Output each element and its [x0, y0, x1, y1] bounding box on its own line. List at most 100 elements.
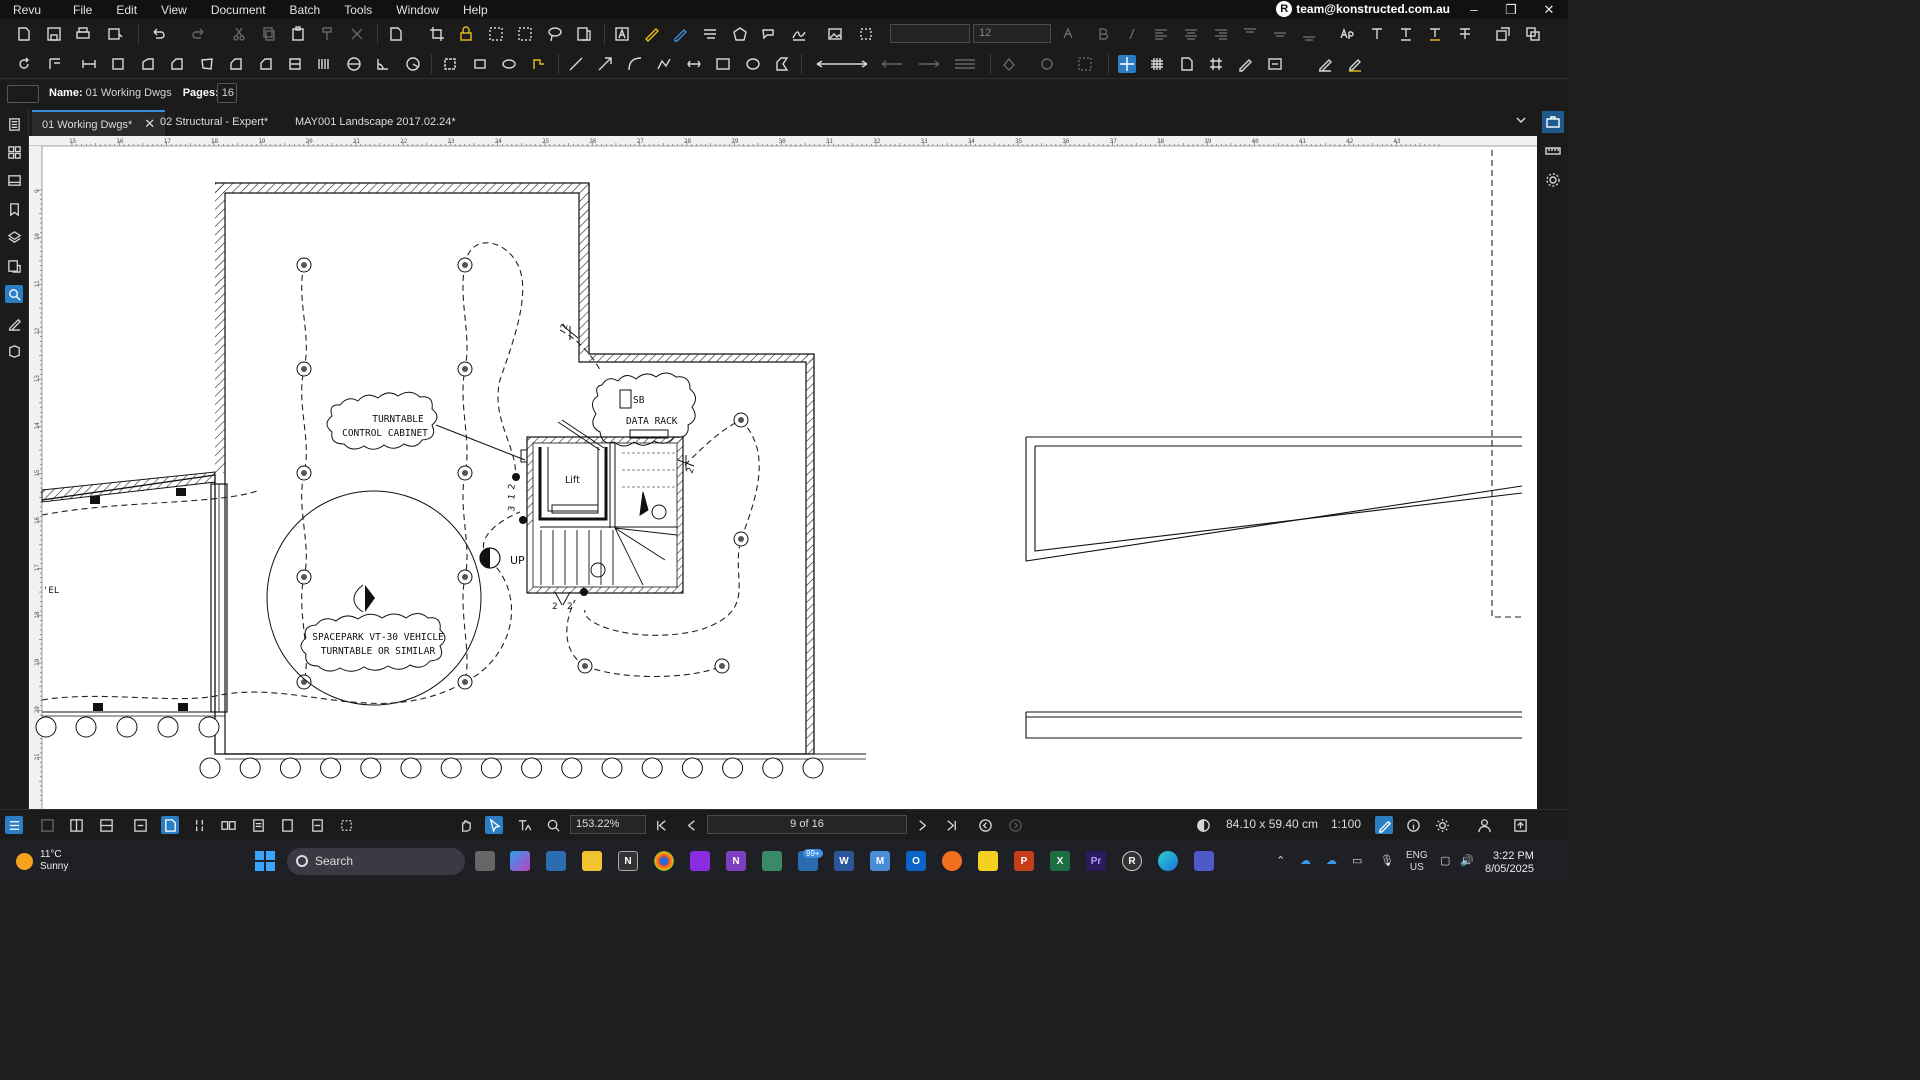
- sync-views-icon[interactable]: [131, 816, 149, 834]
- minimize-button[interactable]: –: [1456, 0, 1492, 19]
- studio-icon[interactable]: [5, 171, 23, 189]
- zoom-icon[interactable]: [544, 816, 562, 834]
- fit-width-icon[interactable]: [308, 816, 326, 834]
- calculator-icon[interactable]: [546, 851, 566, 871]
- app-m-icon[interactable]: M: [870, 851, 890, 871]
- font-color-icon[interactable]: [1059, 25, 1077, 43]
- single-panel-icon[interactable]: [38, 816, 56, 834]
- document-menu-button[interactable]: [7, 85, 39, 103]
- polyline-draw-icon[interactable]: [655, 55, 673, 73]
- next-page-icon[interactable]: [913, 816, 931, 834]
- spell-check-icon[interactable]: [1338, 25, 1356, 43]
- sign-icon[interactable]: [1346, 55, 1364, 73]
- batch-save-icon[interactable]: [106, 25, 124, 43]
- file-explorer-icon[interactable]: [582, 851, 602, 871]
- compare-icon[interactable]: [575, 25, 593, 43]
- lasso-icon[interactable]: [546, 25, 564, 43]
- text-format-icon[interactable]: [1368, 25, 1386, 43]
- tab-structural-expert[interactable]: 02 Structural - Expert*: [150, 110, 278, 136]
- split-horizontal-icon[interactable]: [97, 816, 115, 834]
- previous-page-icon[interactable]: [682, 816, 700, 834]
- arrow-icon[interactable]: [596, 55, 614, 73]
- links-icon[interactable]: [5, 257, 23, 275]
- snap-to-grid-icon[interactable]: [1207, 55, 1225, 73]
- format-painter-icon[interactable]: [318, 25, 336, 43]
- page-number-input[interactable]: 9 of 16: [707, 815, 907, 834]
- align-right-icon[interactable]: [1212, 25, 1230, 43]
- corner-icon[interactable]: [139, 55, 157, 73]
- notepad-icon[interactable]: [762, 851, 782, 871]
- arc-icon[interactable]: [626, 55, 644, 73]
- select-pointer-icon[interactable]: [485, 816, 503, 834]
- chrome-icon[interactable]: [654, 851, 674, 871]
- account-button[interactable]: R team@konstructed.com.au: [1276, 1, 1450, 17]
- start-button[interactable]: [255, 851, 275, 871]
- shape-icon[interactable]: [731, 25, 749, 43]
- valign-top-icon[interactable]: [1241, 25, 1259, 43]
- display-icon[interactable]: ▢: [1440, 854, 1450, 867]
- font-size-select[interactable]: 12: [973, 24, 1051, 43]
- chamfer-icon[interactable]: [168, 55, 186, 73]
- properties-panel-icon[interactable]: [1542, 169, 1564, 191]
- task-view-icon[interactable]: [475, 851, 495, 871]
- side-by-side-icon[interactable]: [219, 816, 237, 834]
- bookmarks-icon[interactable]: [5, 200, 23, 218]
- clock[interactable]: 3:22 PM 8/05/2025: [1485, 850, 1534, 876]
- taskbar-search[interactable]: Search: [287, 848, 465, 875]
- hatch-icon[interactable]: [315, 55, 333, 73]
- markup-list-icon[interactable]: [1494, 25, 1512, 43]
- crop-icon[interactable]: [428, 25, 446, 43]
- menu-revu[interactable]: Revu: [0, 3, 61, 17]
- document-canvas[interactable]: 15 16 17 18 19 20 21 22 23 24 25 26 27 28 29 30 31 32 33 34…: [29, 136, 1537, 809]
- select-text-icon[interactable]: [487, 25, 505, 43]
- weather-widget[interactable]: 11°C Sunny: [16, 849, 68, 873]
- first-page-icon[interactable]: [652, 816, 670, 834]
- cloud-icon[interactable]: [441, 55, 459, 73]
- microphone-icon[interactable]: 🎙: [1380, 854, 1394, 867]
- tab-list-chevron-down-icon[interactable]: [1515, 114, 1527, 126]
- premiere-icon[interactable]: Pr: [1086, 851, 1106, 871]
- split-vertical-icon[interactable]: [67, 816, 85, 834]
- layout-icon[interactable]: [46, 55, 64, 73]
- text-box-icon[interactable]: [613, 25, 631, 43]
- italic-icon[interactable]: [1123, 25, 1141, 43]
- save-icon[interactable]: [45, 25, 63, 43]
- signatures-icon[interactable]: [5, 314, 23, 332]
- edge-icon[interactable]: [1158, 851, 1178, 871]
- panels-menu-icon[interactable]: [5, 816, 23, 834]
- line-icon[interactable]: [567, 55, 585, 73]
- copy-icon[interactable]: [260, 25, 278, 43]
- menu-view[interactable]: View: [149, 3, 199, 17]
- grid-icon[interactable]: [1148, 55, 1166, 73]
- powerpoint-icon[interactable]: P: [1014, 851, 1034, 871]
- angle-icon[interactable]: [374, 55, 392, 73]
- tray-chevron-up-icon[interactable]: ⌃: [1276, 854, 1285, 867]
- tab-landscape[interactable]: MAY001 Landscape 2017.02.24*: [285, 110, 466, 136]
- rectangle-icon[interactable]: [714, 55, 732, 73]
- stamp-icon[interactable]: [701, 25, 719, 43]
- volume-icon[interactable]: 🔊: [1460, 854, 1474, 867]
- pan-hand-icon[interactable]: [456, 816, 474, 834]
- onedrive-icon[interactable]: ☁: [1300, 854, 1311, 867]
- polyline-icon[interactable]: [109, 55, 127, 73]
- actual-size-icon[interactable]: [337, 816, 355, 834]
- menu-batch[interactable]: Batch: [278, 3, 333, 17]
- diameter-icon[interactable]: [345, 55, 363, 73]
- highlight-icon[interactable]: [642, 25, 660, 43]
- line-start-select-icon[interactable]: [880, 55, 910, 73]
- undo-icon[interactable]: [149, 25, 167, 43]
- ellipse-icon[interactable]: [744, 55, 762, 73]
- pen-icon[interactable]: [671, 25, 689, 43]
- line-end-select-icon[interactable]: [917, 55, 947, 73]
- paste-icon[interactable]: [289, 25, 307, 43]
- share-icon[interactable]: [1511, 816, 1529, 834]
- text-underline-color-icon[interactable]: [1426, 25, 1444, 43]
- count-icon[interactable]: [286, 55, 304, 73]
- fit-page-icon[interactable]: [278, 816, 296, 834]
- contrast-icon[interactable]: [1194, 816, 1212, 834]
- word-icon[interactable]: W: [834, 851, 854, 871]
- network-icon[interactable]: ▭: [1352, 854, 1362, 867]
- line-width-select-icon[interactable]: [953, 55, 983, 73]
- line-style-start-icon[interactable]: [815, 55, 870, 73]
- valign-middle-icon[interactable]: [1271, 25, 1289, 43]
